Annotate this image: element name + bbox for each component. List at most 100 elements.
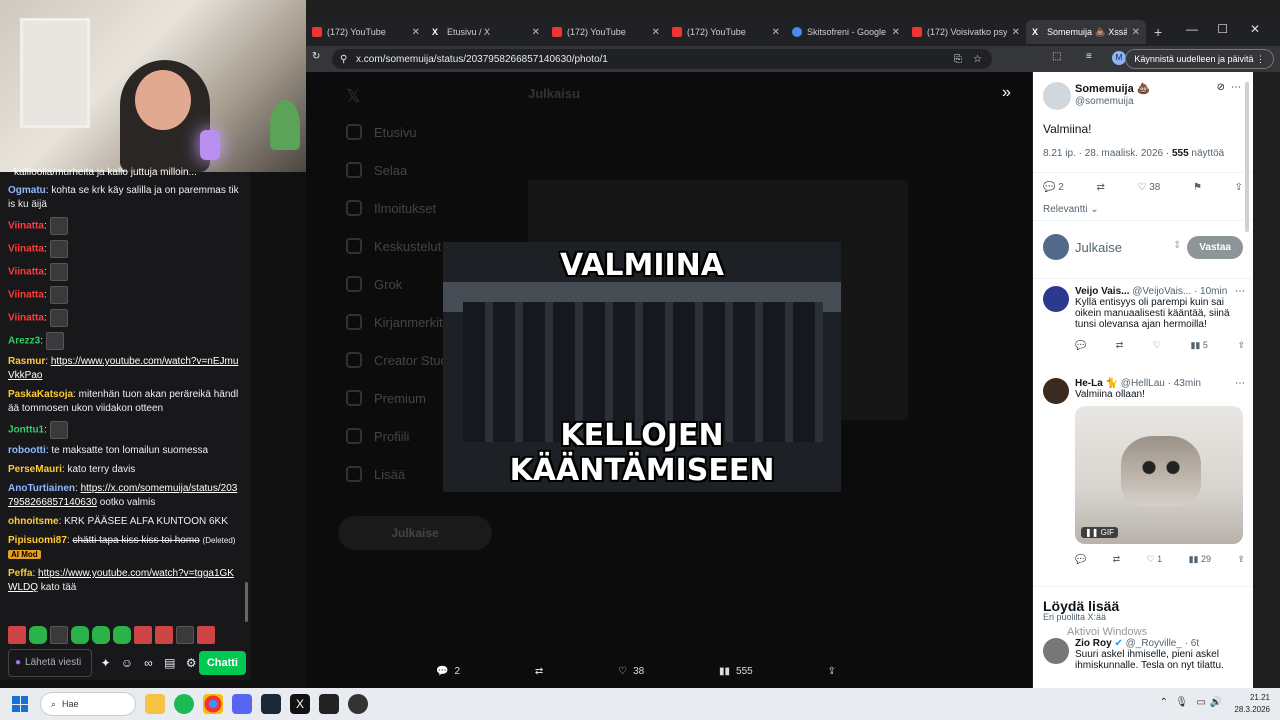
like-action[interactable]: ♡ 38 bbox=[618, 666, 644, 677]
emote-icon[interactable] bbox=[29, 626, 47, 644]
reply-input[interactable]: Julkaise bbox=[1075, 240, 1122, 255]
chrome-icon[interactable] bbox=[203, 694, 223, 714]
discord-icon[interactable] bbox=[232, 694, 252, 714]
bookmark-star-icon[interactable]: ☆ bbox=[973, 54, 982, 65]
file-explorer-icon[interactable] bbox=[145, 694, 165, 714]
repost-action[interactable]: ⇄ bbox=[1096, 182, 1104, 193]
author-handle[interactable]: @somemuija bbox=[1075, 96, 1134, 107]
emote-icon[interactable] bbox=[197, 626, 215, 644]
like-action[interactable]: ♡ 38 bbox=[1137, 182, 1160, 193]
magic-wand-icon[interactable]: ✦ bbox=[98, 656, 113, 670]
clock[interactable]: 21.21 28.3.2026 bbox=[1234, 692, 1270, 716]
close-window-icon[interactable]: ✕ bbox=[1250, 22, 1260, 36]
browser-tab[interactable]: X Etusivu / X ✕ bbox=[426, 20, 546, 44]
install-icon[interactable]: ⎘ bbox=[954, 54, 962, 65]
emote-icon[interactable] bbox=[45, 332, 64, 350]
nav-item[interactable]: Creator Studio bbox=[346, 352, 458, 368]
reload-icon[interactable]: ↻ bbox=[312, 51, 320, 62]
chat-send-button[interactable]: Chatti bbox=[198, 651, 246, 675]
grok-icon[interactable]: ⊘ bbox=[1217, 82, 1225, 93]
close-tab-icon[interactable]: ✕ bbox=[652, 27, 660, 38]
obs-icon[interactable] bbox=[348, 694, 368, 714]
network-icon[interactable]: ▭ bbox=[1197, 697, 1206, 708]
chat-username[interactable]: Peffa bbox=[8, 568, 32, 579]
reply-gif[interactable]: ❚❚ GIF bbox=[1075, 406, 1243, 544]
nav-item[interactable]: Selaa bbox=[346, 162, 407, 178]
browser-tab[interactable]: (172) Voisivatko psy ✕ bbox=[906, 20, 1026, 44]
avatar[interactable] bbox=[1043, 286, 1069, 312]
stepper-icon[interactable]: ⇕ bbox=[1173, 240, 1181, 251]
avatar[interactable] bbox=[1043, 378, 1069, 404]
repost-action[interactable]: ⇄ bbox=[535, 666, 543, 677]
nav-item[interactable]: Etusivu bbox=[346, 124, 417, 140]
chat-username[interactable]: ohnoitsme bbox=[8, 516, 59, 527]
windows-start-icon[interactable] bbox=[12, 696, 28, 712]
store-icon[interactable]: ▤ bbox=[162, 656, 177, 670]
chat-username[interactable]: robootti bbox=[8, 445, 46, 456]
chat-username[interactable]: Viinatta bbox=[8, 244, 44, 255]
x-app-icon[interactable]: X bbox=[290, 694, 310, 714]
more-icon[interactable]: ⋯ bbox=[1235, 378, 1245, 389]
close-tab-icon[interactable]: ✕ bbox=[1132, 27, 1140, 38]
nav-item[interactable]: Grok bbox=[346, 276, 402, 292]
reply-button[interactable]: Vastaa bbox=[1187, 236, 1243, 259]
emote-icon[interactable] bbox=[49, 309, 68, 327]
chat-username[interactable]: Jonttu1 bbox=[8, 425, 44, 436]
share-action[interactable]: ⇪ bbox=[828, 666, 836, 677]
reply-author[interactable]: Veijo Vais... bbox=[1075, 286, 1129, 297]
reply-action[interactable]: 💬 2 bbox=[436, 666, 460, 677]
heart-icon[interactable]: ♡ 1 bbox=[1147, 554, 1163, 565]
reply-icon[interactable]: 💬 bbox=[1075, 554, 1086, 565]
nav-item[interactable]: Ilmoitukset bbox=[346, 200, 436, 216]
chat-username[interactable]: Rasmur bbox=[8, 356, 45, 367]
author-name[interactable]: Somemuija 💩 bbox=[1075, 82, 1150, 95]
emote-icon[interactable] bbox=[49, 421, 68, 439]
new-tab-icon[interactable]: + bbox=[1154, 24, 1162, 40]
restart-update-button[interactable]: Käynnistä uudelleen ja päivitä ⋮ bbox=[1125, 49, 1274, 69]
emote-icon[interactable] bbox=[134, 626, 152, 644]
emote-icon[interactable] bbox=[113, 626, 131, 644]
repost-icon[interactable]: ⇄ bbox=[1113, 554, 1121, 565]
chat-username[interactable]: Viinatta bbox=[8, 313, 44, 324]
avatar[interactable] bbox=[1043, 82, 1071, 110]
mic-tray-icon[interactable]: 🎙 bbox=[1175, 697, 1188, 708]
close-tab-icon[interactable]: ✕ bbox=[1012, 27, 1020, 38]
emoji-icon[interactable]: ☺ bbox=[119, 656, 134, 670]
chat-username[interactable]: AnoTurtiainen bbox=[8, 483, 75, 494]
browser-tab[interactable]: (172) YouTube ✕ bbox=[306, 20, 426, 44]
sidebar-scrollbar[interactable] bbox=[1245, 82, 1249, 232]
emote-icon[interactable] bbox=[50, 626, 68, 644]
post-button[interactable]: Julkaise bbox=[338, 516, 492, 550]
emote-icon[interactable] bbox=[49, 263, 68, 281]
taskbar-search[interactable]: ⌕ Hae bbox=[40, 692, 136, 716]
site-info-icon[interactable]: ⚲ bbox=[340, 54, 347, 65]
share-icon[interactable]: ⇪ bbox=[1235, 182, 1243, 193]
emote-icon[interactable] bbox=[49, 217, 68, 235]
minimize-icon[interactable]: — bbox=[1186, 22, 1198, 36]
close-tab-icon[interactable]: ✕ bbox=[532, 27, 540, 38]
chat-username[interactable]: PerseMauri bbox=[8, 464, 62, 475]
reply-action[interactable]: 💬 2 bbox=[1043, 182, 1064, 193]
emote-icon[interactable] bbox=[92, 626, 110, 644]
browser-tab[interactable]: (172) YouTube ✕ bbox=[666, 20, 786, 44]
emote-icon[interactable] bbox=[71, 626, 89, 644]
nav-item[interactable]: Kirjanmerkit bbox=[346, 314, 443, 330]
nav-item[interactable]: Lisää bbox=[346, 466, 405, 482]
mic-icon[interactable]: ● bbox=[15, 656, 21, 670]
views-icon[interactable]: ▮▮ 5 bbox=[1190, 340, 1207, 351]
volume-icon[interactable]: 🔊 bbox=[1210, 697, 1222, 708]
chat-username[interactable]: Viinatta bbox=[8, 267, 44, 278]
emote-icon[interactable] bbox=[8, 626, 26, 644]
extensions-icon[interactable]: ⬚ bbox=[1052, 51, 1061, 62]
share-icon[interactable]: ⇪ bbox=[1237, 554, 1245, 565]
chat-scrollbar[interactable] bbox=[245, 582, 248, 622]
channel-points-icon[interactable]: ∞ bbox=[141, 656, 156, 670]
emote-icon[interactable] bbox=[176, 626, 194, 644]
reply-author[interactable]: He-La 🐈 bbox=[1075, 378, 1118, 389]
nav-item[interactable]: Premium bbox=[346, 390, 426, 406]
spotify-icon[interactable] bbox=[174, 694, 194, 714]
emote-icon[interactable] bbox=[49, 286, 68, 304]
url-field[interactable]: ⚲ x.com/somemuija/status/203795826685714… bbox=[332, 49, 992, 69]
maximize-icon[interactable]: ☐ bbox=[1217, 22, 1228, 36]
chat-username[interactable]: PaskaKatsoja bbox=[8, 389, 73, 400]
